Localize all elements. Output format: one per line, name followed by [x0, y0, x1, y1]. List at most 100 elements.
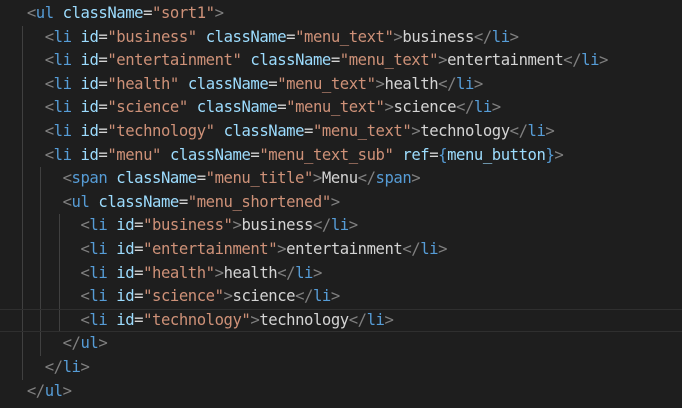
string-token: "science"	[107, 98, 188, 117]
string-token: "sort1"	[152, 4, 215, 22]
string-token: "business"	[143, 216, 233, 235]
operator-token: =	[134, 239, 144, 258]
operator-token: =	[429, 145, 439, 164]
text-token: technology	[259, 310, 349, 329]
string-token: "menu"	[107, 145, 161, 164]
code-line[interactable]: <li id="menu" className="menu_text_sub" …	[0, 143, 682, 168]
code-line[interactable]: </ul>	[0, 380, 682, 404]
operator-token: =	[286, 27, 296, 46]
code-line[interactable]: <ul className="sort1">	[0, 2, 682, 26]
punct-token: >	[80, 357, 90, 376]
punct-token: >	[330, 287, 340, 306]
indent-guide	[22, 72, 24, 97]
punct-token: >	[438, 51, 448, 70]
punct-token: <	[44, 145, 54, 164]
string-token: "entertainment"	[143, 239, 278, 258]
string-token: "menu_text"	[339, 51, 439, 70]
tag-name-token: li	[89, 263, 108, 282]
indent-guide	[22, 143, 24, 168]
punct-token: >	[330, 192, 340, 211]
punct-token: <	[44, 51, 54, 70]
punct-token: >	[214, 263, 224, 282]
indent-guide	[40, 190, 42, 215]
punct-token: >	[599, 51, 608, 70]
attribute-token: menu_button	[447, 145, 546, 164]
code-line[interactable]: <span className="menu_title">Menu</span>	[0, 167, 682, 191]
punct-token: >	[384, 310, 394, 329]
code-line[interactable]: <li id="health" className="menu_text">he…	[0, 72, 682, 97]
indent-guide	[40, 214, 42, 238]
code-line[interactable]: <li id="technology" className="menu_text…	[0, 119, 682, 144]
code-line[interactable]: <li id="entertainment">entertainment</li…	[0, 237, 682, 262]
code-line[interactable]: <ul className="menu_shortened">	[0, 190, 682, 215]
string-token: "entertainment"	[107, 51, 242, 70]
operator-token: =	[98, 98, 108, 117]
attribute-token: id	[80, 27, 99, 46]
operator-token: =	[98, 27, 108, 46]
punct-token: </	[277, 263, 296, 282]
attribute-token: id	[80, 74, 99, 93]
attribute-token: className	[62, 4, 144, 22]
code-line[interactable]: <li id="business" className="menu_text">…	[0, 25, 682, 50]
operator-token: =	[98, 121, 108, 140]
punct-token: >	[375, 74, 385, 93]
punct-token: >	[312, 169, 322, 188]
attribute-token: id	[116, 216, 135, 235]
punct-token: >	[554, 145, 564, 164]
tag-name-token: li	[420, 239, 439, 258]
tag-name-token: li	[89, 216, 108, 235]
indent-guide	[58, 285, 60, 309]
tag-name-token: li	[53, 27, 72, 46]
indent-guide	[58, 237, 60, 262]
text-token: business	[402, 27, 474, 46]
punct-token: <	[44, 98, 54, 117]
code-line[interactable]: </ul>	[0, 332, 682, 356]
code-line[interactable]: <li id="science">science</li>	[0, 285, 682, 309]
operator-token: =	[98, 51, 108, 70]
punct-token: <	[26, 4, 36, 22]
tag-name-token: li	[330, 216, 349, 235]
operator-token: =	[134, 310, 144, 329]
indent-guide	[58, 214, 60, 238]
string-token: "menu_shortened"	[187, 192, 331, 211]
punct-token: </	[509, 121, 528, 140]
punct-token: </	[295, 287, 313, 306]
punct-token: </	[44, 357, 63, 376]
tag-name-token: ul	[44, 381, 63, 400]
punct-token: </	[348, 310, 367, 329]
code-line[interactable]: <li id="health">health</li>	[0, 261, 682, 286]
indent-guide	[22, 261, 24, 286]
indent-guide	[40, 167, 42, 191]
code-line[interactable]: <li id="business">business</li>	[0, 214, 682, 238]
indent-guide	[22, 332, 24, 356]
code-line[interactable]: </li>	[0, 355, 682, 380]
indent-guide	[40, 261, 42, 286]
indent-guide	[22, 214, 24, 238]
string-token: "business"	[107, 27, 197, 46]
code-line[interactable]: <li id="entertainment" className="menu_t…	[0, 49, 682, 73]
indent-guide	[58, 309, 60, 332]
punct-token: </	[563, 51, 582, 70]
attribute-token: id	[80, 145, 99, 164]
code-line[interactable]: <li id="science" className="menu_text">s…	[0, 96, 682, 120]
code-line[interactable]: <li id="technology">technology</li>	[0, 308, 682, 333]
text-token: science	[393, 98, 457, 117]
attribute-token: className	[250, 51, 331, 70]
punct-token: >	[312, 263, 322, 282]
punct-token: >	[438, 239, 448, 258]
operator-token: =	[134, 263, 144, 282]
punct-token: </	[473, 27, 492, 46]
tag-name-token: li	[53, 98, 72, 117]
attribute-token: id	[116, 239, 135, 258]
code-editor[interactable]: <ul className="sort1"> <li id="business"…	[0, 0, 682, 408]
indent-guide	[22, 49, 24, 73]
